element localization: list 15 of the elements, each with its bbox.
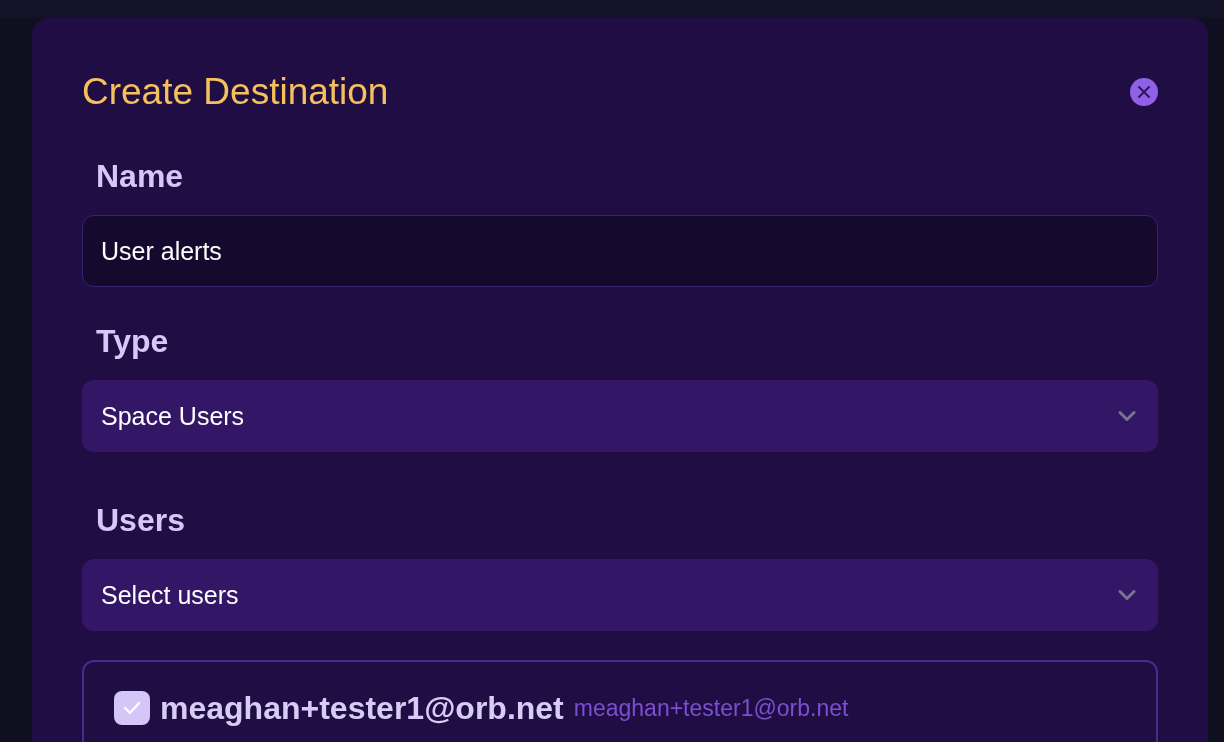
user-name: meaghan+tester1@orb.net — [160, 689, 564, 727]
close-icon — [1138, 86, 1150, 98]
chevron-down-icon — [1118, 589, 1136, 601]
user-email: meaghan+tester1@orb.net — [573, 694, 849, 722]
check-icon — [123, 701, 141, 715]
name-input[interactable]: User alerts — [82, 215, 1158, 287]
field-label: Name — [96, 158, 184, 194]
field-label: Type — [96, 323, 169, 359]
field-label: Users — [96, 502, 185, 538]
chevron-down-icon — [1118, 410, 1136, 422]
dialog-title: Create Destination — [82, 72, 389, 112]
select-field[interactable]: Select users — [82, 559, 1158, 631]
select-field[interactable]: Space Users — [82, 380, 1158, 452]
close-button[interactable] — [1130, 78, 1158, 106]
checkbox[interactable] — [114, 691, 150, 725]
